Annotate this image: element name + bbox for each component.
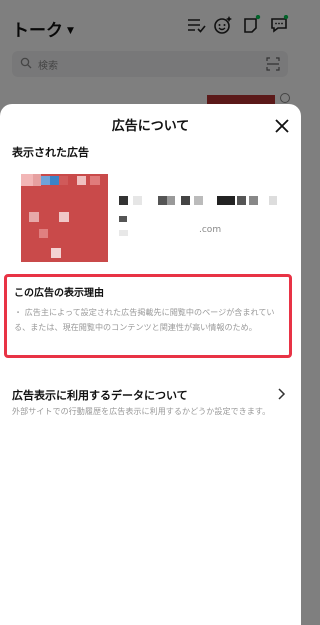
ad-thumbnail [21, 174, 108, 262]
ad-info-sheet: 広告について 表示された広告 .com この広告の表示理由 ・ 広告主によって設… [0, 104, 301, 625]
data-usage-settings-row[interactable]: 広告表示に利用するデータについて 外部サイトでの行動履歴を広告表示に利用するかど… [0, 384, 301, 434]
chevron-right-icon [278, 388, 286, 400]
ad-advertiser-info [119, 190, 289, 246]
displayed-ad-label: 表示された広告 [12, 146, 89, 159]
sheet-title: 広告について [111, 119, 190, 134]
ad-reason-highlight: この広告の表示理由 ・ 広告主によって設定された広告掲載先に閲覧中のページが含ま… [4, 274, 292, 358]
ad-reason-title: この広告の表示理由 [14, 288, 104, 299]
data-usage-description: 外部サイトでの行動履歴を広告表示に利用するかどうか設定できます。 [12, 406, 271, 416]
data-usage-title: 広告表示に利用するデータについて [12, 389, 188, 402]
ad-reason-text: ・ 広告主によって設定された広告掲載先に閲覧中のページが含まれている、または、現… [14, 307, 275, 332]
ad-domain: .com [199, 225, 222, 235]
close-icon[interactable] [272, 116, 292, 136]
